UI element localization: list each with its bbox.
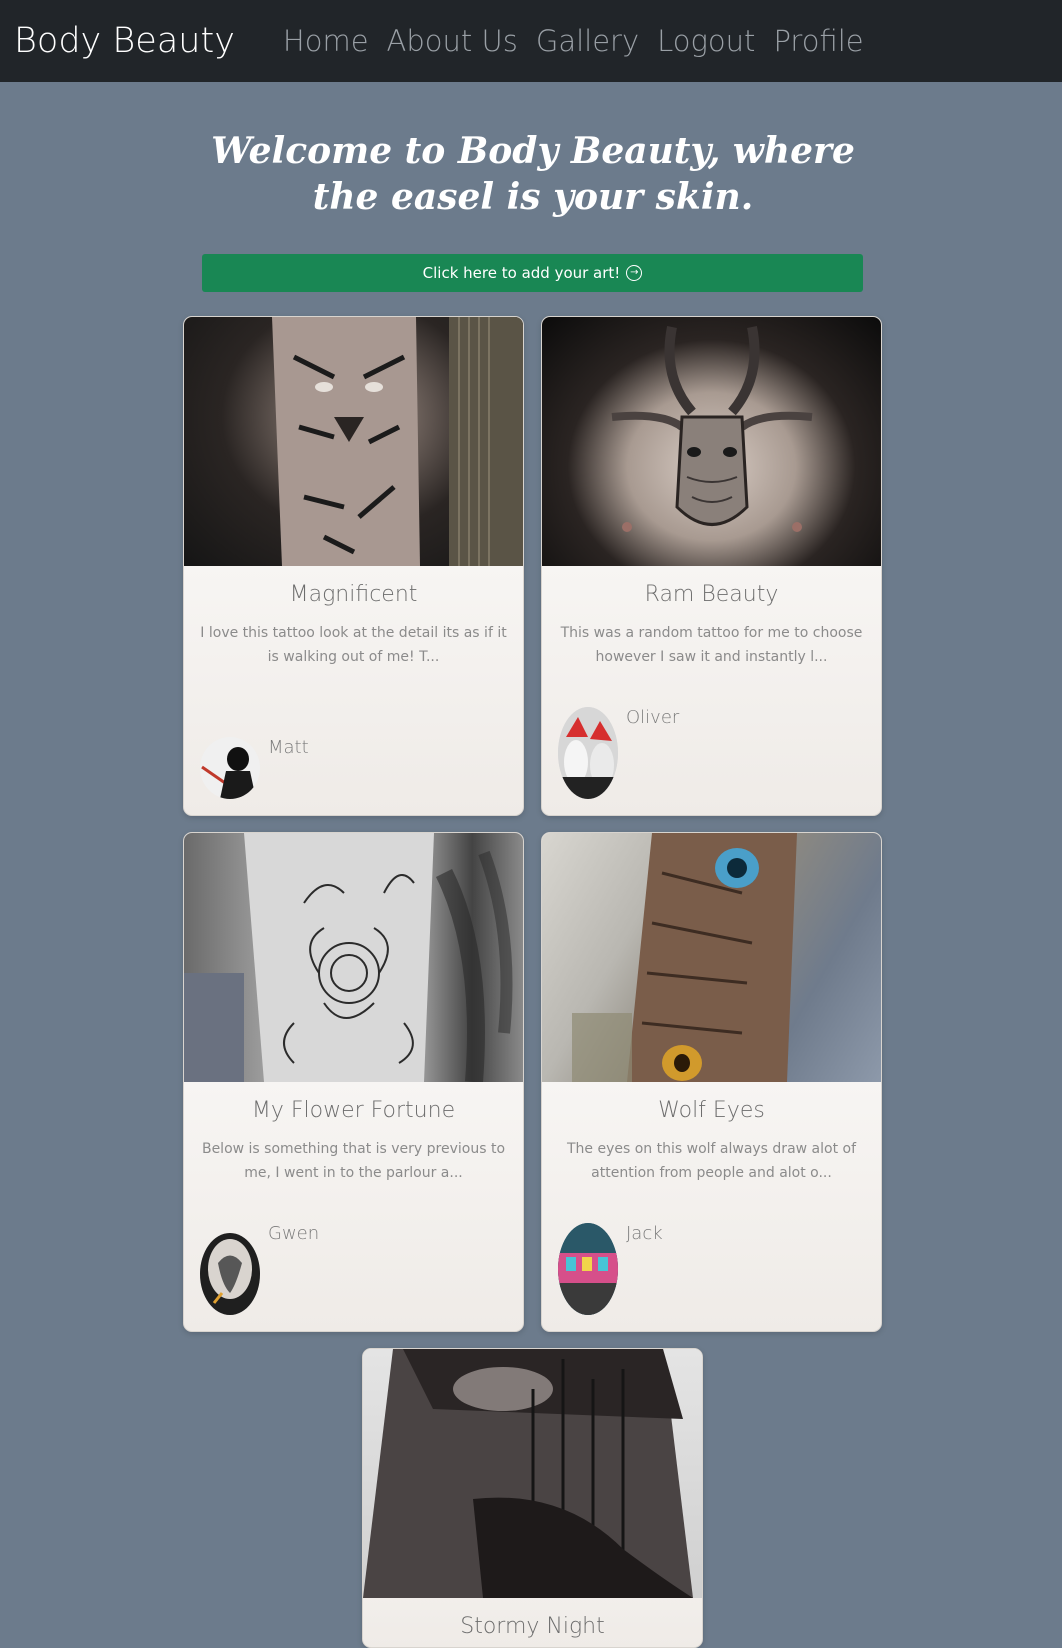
avatar [200, 737, 260, 799]
navbar: Body Beauty Home About Us Gallery Logout… [0, 0, 1062, 82]
card-title: Wolf Eyes [658, 1098, 765, 1123]
art-card-ram-beauty[interactable]: Ram Beauty This was a random tattoo for … [541, 316, 882, 816]
brand-logo[interactable]: Body Beauty [14, 21, 235, 61]
card-text: This was a random tattoo for me to choos… [560, 625, 863, 665]
art-card-magnificent[interactable]: Magnificent I love this tattoo look at t… [183, 316, 524, 816]
card-image [542, 317, 881, 566]
nav-links: Home About Us Gallery Logout Profile [283, 24, 864, 58]
hero-heading: Welcome to Body Beauty, where the easel … [211, 130, 855, 218]
card-text: The eyes on this wolf always draw alot o… [566, 1141, 857, 1181]
author-name[interactable]: Jack [626, 1223, 663, 1244]
nav-link-profile[interactable]: Profile [773, 24, 863, 58]
art-card-stormy-night[interactable]: Stormy Night [362, 1348, 703, 1648]
author-name[interactable]: Oliver [626, 707, 679, 728]
card-title: Ram Beauty [644, 582, 779, 607]
card-author: Matt [200, 707, 309, 799]
avatar [558, 1223, 618, 1315]
art-card-wolf-eyes[interactable]: Wolf Eyes The eyes on this wolf always d… [541, 832, 882, 1332]
add-art-button[interactable]: Click here to add your art! → [202, 254, 863, 292]
arrow-right-circle-icon: → [626, 265, 643, 281]
author-name[interactable]: Gwen [268, 1223, 319, 1244]
card-title: Stormy Night [460, 1614, 605, 1639]
card-title: My Flower Fortune [251, 1098, 456, 1123]
card-text: I love this tattoo look at the detail it… [200, 625, 507, 665]
card-image [363, 1349, 702, 1598]
card-text: Below is something that is very previous… [201, 1141, 506, 1181]
card-author: Jack [558, 1223, 663, 1315]
nav-link-logout[interactable]: Logout [657, 24, 755, 58]
nav-link-gallery[interactable]: Gallery [536, 24, 639, 58]
avatar [558, 707, 618, 799]
card-image [184, 317, 523, 566]
nav-link-about[interactable]: About Us [387, 24, 518, 58]
avatar [200, 1233, 260, 1315]
card-author: Gwen [200, 1223, 319, 1315]
card-image [184, 833, 523, 1082]
author-name[interactable]: Matt [268, 737, 309, 758]
card-title: Magnificent [289, 582, 418, 607]
card-image [542, 833, 881, 1082]
card-author: Oliver [558, 707, 679, 799]
nav-link-home[interactable]: Home [283, 24, 369, 58]
add-art-label: Click here to add your art! [422, 264, 621, 282]
art-card-my-flower-fortune[interactable]: My Flower Fortune Below is something tha… [183, 832, 524, 1332]
